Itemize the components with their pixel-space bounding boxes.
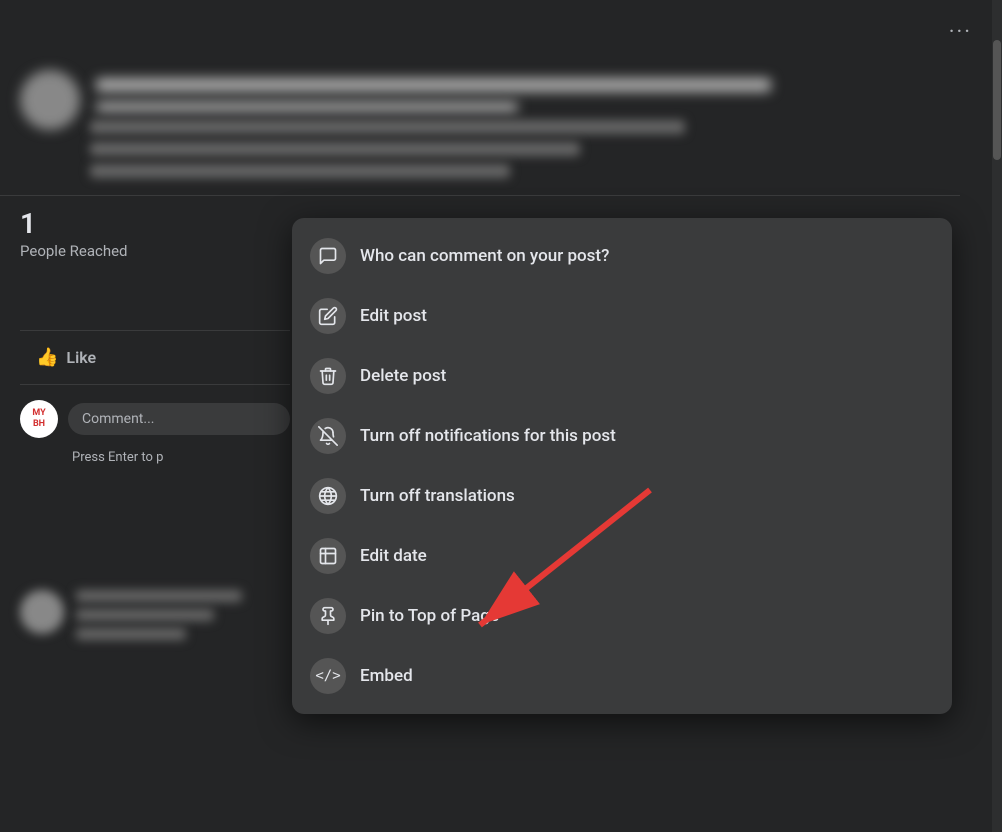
more-options-button[interactable]: ···: [949, 20, 972, 45]
edit-icon: [310, 298, 346, 334]
who-can-comment-label: Who can comment on your post?: [360, 246, 609, 266]
menu-item-edit-date[interactable]: Edit date: [292, 526, 952, 586]
edit-post-label: Edit post: [360, 306, 427, 326]
comment-area: MY BH Comment...: [20, 400, 290, 438]
second-post-content: [76, 590, 260, 640]
translation-off-icon: [310, 478, 346, 514]
context-menu: Who can comment on your post? Edit post …: [292, 218, 952, 714]
pin-icon: [310, 598, 346, 634]
second-post-avatar: [20, 590, 64, 634]
post-author-avatar: [20, 70, 80, 130]
menu-item-turn-off-translations[interactable]: Turn off translations: [292, 466, 952, 526]
delete-icon: [310, 358, 346, 394]
menu-item-who-can-comment[interactable]: Who can comment on your post?: [292, 226, 952, 286]
menu-item-delete-post[interactable]: Delete post: [292, 346, 952, 406]
scrollbar[interactable]: [992, 0, 1002, 832]
people-reached-count: 1: [20, 210, 290, 238]
embed-label: Embed: [360, 666, 413, 686]
turn-off-notifications-label: Turn off notifications for this post: [360, 426, 616, 446]
user-initials: MY BH: [32, 408, 45, 430]
author-name-blur: [96, 78, 771, 92]
turn-off-translations-label: Turn off translations: [360, 486, 515, 506]
post-body-blur: [90, 120, 790, 178]
like-button[interactable]: 👍 Like: [20, 339, 112, 376]
thumbs-up-icon: 👍: [36, 347, 58, 368]
post-meta-blur: [96, 102, 518, 112]
menu-item-embed[interactable]: </> Embed: [292, 646, 952, 706]
commenter-avatar: MY BH: [20, 400, 58, 438]
edit-date-icon: [310, 538, 346, 574]
notification-off-icon: [310, 418, 346, 454]
pin-to-top-label: Pin to Top of Page: [360, 606, 499, 626]
people-reached-label: People Reached: [20, 242, 290, 260]
action-bar: 👍 Like: [20, 330, 290, 385]
stats-area: 1 People Reached: [20, 210, 290, 260]
second-post: [20, 590, 260, 640]
like-label: Like: [66, 348, 96, 367]
press-enter-hint: Press Enter to p: [72, 450, 163, 465]
menu-item-edit-post[interactable]: Edit post: [292, 286, 952, 346]
edit-date-label: Edit date: [360, 546, 427, 566]
post-header-content: [96, 78, 940, 122]
delete-post-label: Delete post: [360, 366, 446, 386]
menu-item-turn-off-notifications[interactable]: Turn off notifications for this post: [292, 406, 952, 466]
comment-settings-icon: [310, 238, 346, 274]
comment-placeholder: Comment...: [82, 411, 154, 427]
menu-item-pin-to-top[interactable]: Pin to Top of Page: [292, 586, 952, 646]
comment-input[interactable]: Comment...: [68, 403, 290, 435]
scrollbar-thumb[interactable]: [993, 40, 1001, 160]
embed-icon: </>: [310, 658, 346, 694]
separator: [0, 195, 960, 196]
